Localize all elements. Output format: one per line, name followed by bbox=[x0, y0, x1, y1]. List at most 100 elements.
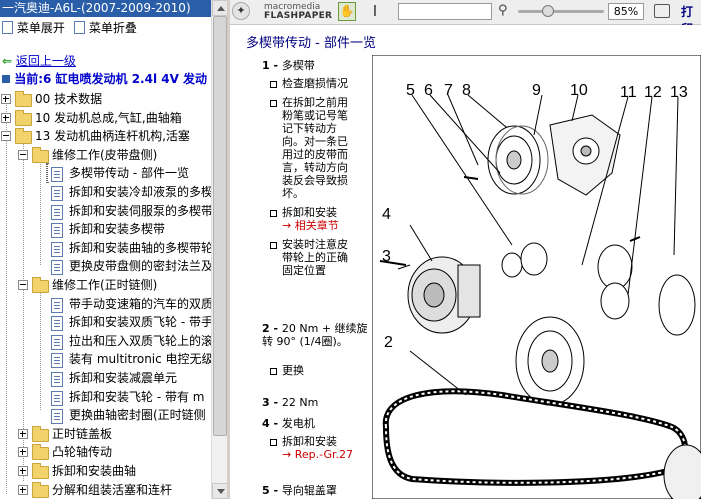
tree-connector bbox=[40, 158, 41, 265]
zoom-percentage[interactable]: 85% bbox=[608, 3, 644, 20]
tree-item-label: 分解和组装活塞和连杆 bbox=[52, 482, 173, 497]
tree-item-label: 更换皮带盘侧的密封法兰及 bbox=[69, 259, 214, 274]
separator: - bbox=[269, 396, 282, 409]
document-icon bbox=[2, 21, 13, 34]
document-icon bbox=[74, 21, 85, 34]
component-item-heading: 5 - 导向辊盖罩 bbox=[262, 484, 368, 497]
expand-menu-item[interactable]: 菜单展开 bbox=[2, 20, 65, 36]
search-input[interactable] bbox=[398, 3, 492, 20]
up-arrow-icon bbox=[217, 6, 225, 11]
document-icon bbox=[51, 204, 63, 220]
tree-item-label: 拆卸和安装飞轮 - 带有 m bbox=[69, 389, 205, 404]
tensioner-pulley bbox=[600, 282, 630, 320]
component-number: 3 bbox=[262, 396, 270, 409]
current-location-label: 当前:6 缸电喷发动机 2.4l 4V 发动 bbox=[14, 72, 208, 86]
zoom-slider-thumb[interactable] bbox=[542, 5, 554, 17]
tree-item-label: 带手动变速箱的汽车的双质 bbox=[69, 296, 214, 311]
component-item-heading: 3 - 22 Nm bbox=[262, 396, 368, 409]
bullet-text: 拆卸和安装 → 相关章节 bbox=[282, 206, 358, 232]
separator: - bbox=[269, 322, 282, 335]
diagram-callout-number: 2 bbox=[384, 334, 393, 351]
document-icon bbox=[51, 316, 63, 332]
document-icon bbox=[51, 353, 63, 369]
component-number: 5 bbox=[262, 484, 270, 497]
folder-icon bbox=[32, 463, 49, 479]
component-title: 发电机 bbox=[281, 417, 315, 430]
component-title: 导向辊盖罩 bbox=[281, 484, 337, 497]
expand-toggle-icon[interactable] bbox=[18, 466, 28, 476]
collapse-toggle-icon[interactable] bbox=[18, 149, 28, 160]
document-icon bbox=[51, 297, 63, 313]
text-select-tool-icon[interactable]: I bbox=[368, 2, 382, 21]
expand-toggle-icon[interactable] bbox=[18, 447, 28, 458]
bullet-text: 在拆卸之前用粉笔或记号笔记下转动方向。对一条已用过的皮带而言，转动方向装反会导致… bbox=[282, 96, 358, 200]
component-title: 多楔带 bbox=[281, 59, 315, 72]
expand-toggle-icon[interactable] bbox=[18, 428, 28, 439]
idler-roller bbox=[501, 252, 523, 278]
document-icon bbox=[51, 223, 63, 239]
bullet-label: 拆卸和安装 bbox=[282, 435, 337, 448]
expand-toggle-icon[interactable] bbox=[1, 94, 11, 104]
scroll-up-button[interactable] bbox=[212, 0, 227, 16]
cross-reference-link[interactable]: → Rep.-Gr.27 bbox=[282, 448, 353, 461]
tree-item-label: 拆卸和安装伺服泵的多楔带 bbox=[69, 203, 214, 218]
diagram-callout-number: 5 bbox=[406, 82, 415, 99]
tree-item-label: 维修工作(正时链侧) bbox=[52, 278, 158, 292]
bullet-label: 检查磨损情况 bbox=[282, 77, 348, 90]
scroll-thumb[interactable] bbox=[213, 16, 227, 436]
back-link[interactable]: ⇐ 返回上一级 bbox=[2, 53, 76, 69]
document-icon bbox=[51, 372, 63, 387]
document-icon bbox=[51, 260, 63, 276]
tree-item-label: 10 发动机总成,气缸,曲轴箱 bbox=[35, 110, 182, 125]
document-icon bbox=[51, 390, 63, 406]
tree-item-label: 拆卸和安装多楔带 bbox=[69, 222, 166, 237]
document-icon bbox=[51, 409, 63, 425]
idler-roller bbox=[520, 242, 548, 276]
bullet-label: 拆卸和安装 bbox=[282, 206, 337, 219]
folder-icon bbox=[32, 277, 49, 293]
tree-item-label: 更换曲轴密封圈(正时链侧 bbox=[69, 408, 206, 423]
bullet-label: 更换 bbox=[282, 364, 304, 377]
tree-item-label: 00 技术数据 bbox=[35, 92, 103, 106]
tree-item-label: 凸轮轴传动 bbox=[52, 445, 113, 460]
hand-tool-icon[interactable]: ✋ bbox=[338, 2, 356, 21]
collapse-menu-item[interactable]: 菜单折叠 bbox=[74, 20, 137, 36]
idler-roller bbox=[597, 244, 633, 290]
flashpaper-toolbar: ✦ macromedia FLASHPAPER ✋ I ⚲ 85% 打印 bbox=[230, 0, 701, 36]
component-title: 22 Nm bbox=[281, 396, 319, 409]
bullet-label: 在拆卸之前用粉笔或记号笔记下转动方向。对一条已用过的皮带而言，转动方向装反会导致… bbox=[282, 96, 348, 200]
component-item-heading: 4 - 发电机 bbox=[262, 417, 368, 430]
cross-reference-link[interactable]: → 相关章节 bbox=[282, 219, 339, 232]
scroll-down-button[interactable] bbox=[212, 483, 227, 499]
down-arrow-icon bbox=[217, 489, 225, 494]
folder-icon bbox=[32, 481, 49, 498]
document-icon bbox=[51, 167, 63, 183]
tree-item-label: 拆卸和安装曲轴的多楔带轮 bbox=[69, 240, 214, 255]
collapse-menu-label: 菜单折叠 bbox=[88, 21, 137, 35]
zoom-slider[interactable] bbox=[518, 5, 604, 17]
tree-item-label: 维修工作(皮带盘侧) bbox=[52, 147, 158, 162]
lower-pulley bbox=[515, 316, 585, 406]
folder-icon bbox=[15, 91, 32, 107]
flashpaper-logo-icon: ✦ bbox=[232, 2, 250, 20]
tree-item-label: 拆卸和安装双质飞轮 - 带手 bbox=[69, 315, 213, 330]
expand-toggle-icon[interactable] bbox=[18, 484, 28, 495]
folder-icon bbox=[32, 444, 49, 461]
collapse-toggle-icon[interactable] bbox=[18, 280, 28, 290]
folder-icon bbox=[32, 146, 49, 163]
tree-item-label: 13 发动机曲柄连杆机构,活塞 bbox=[35, 129, 190, 144]
component-number: 1 bbox=[262, 59, 270, 72]
left-scrollbar[interactable] bbox=[211, 0, 227, 499]
bullet-text: 检查磨损情况 bbox=[282, 77, 358, 90]
diagram-callout-number: 11 bbox=[620, 84, 637, 101]
print-icon[interactable] bbox=[654, 4, 670, 18]
document-heading: 多楔带传动 - 部件一览 bbox=[246, 36, 376, 51]
diagram-callout-number: 10 bbox=[570, 82, 588, 99]
current-location: 当前:6 缸电喷发动机 2.4l 4V 发动 bbox=[2, 71, 207, 87]
folder-icon bbox=[15, 109, 32, 126]
collapse-toggle-icon[interactable] bbox=[1, 131, 11, 142]
expand-toggle-icon[interactable] bbox=[1, 112, 11, 123]
zoom-icon[interactable]: ⚲ bbox=[498, 3, 512, 19]
separator: - bbox=[269, 484, 282, 497]
back-link-label: 返回上一级 bbox=[15, 54, 76, 68]
